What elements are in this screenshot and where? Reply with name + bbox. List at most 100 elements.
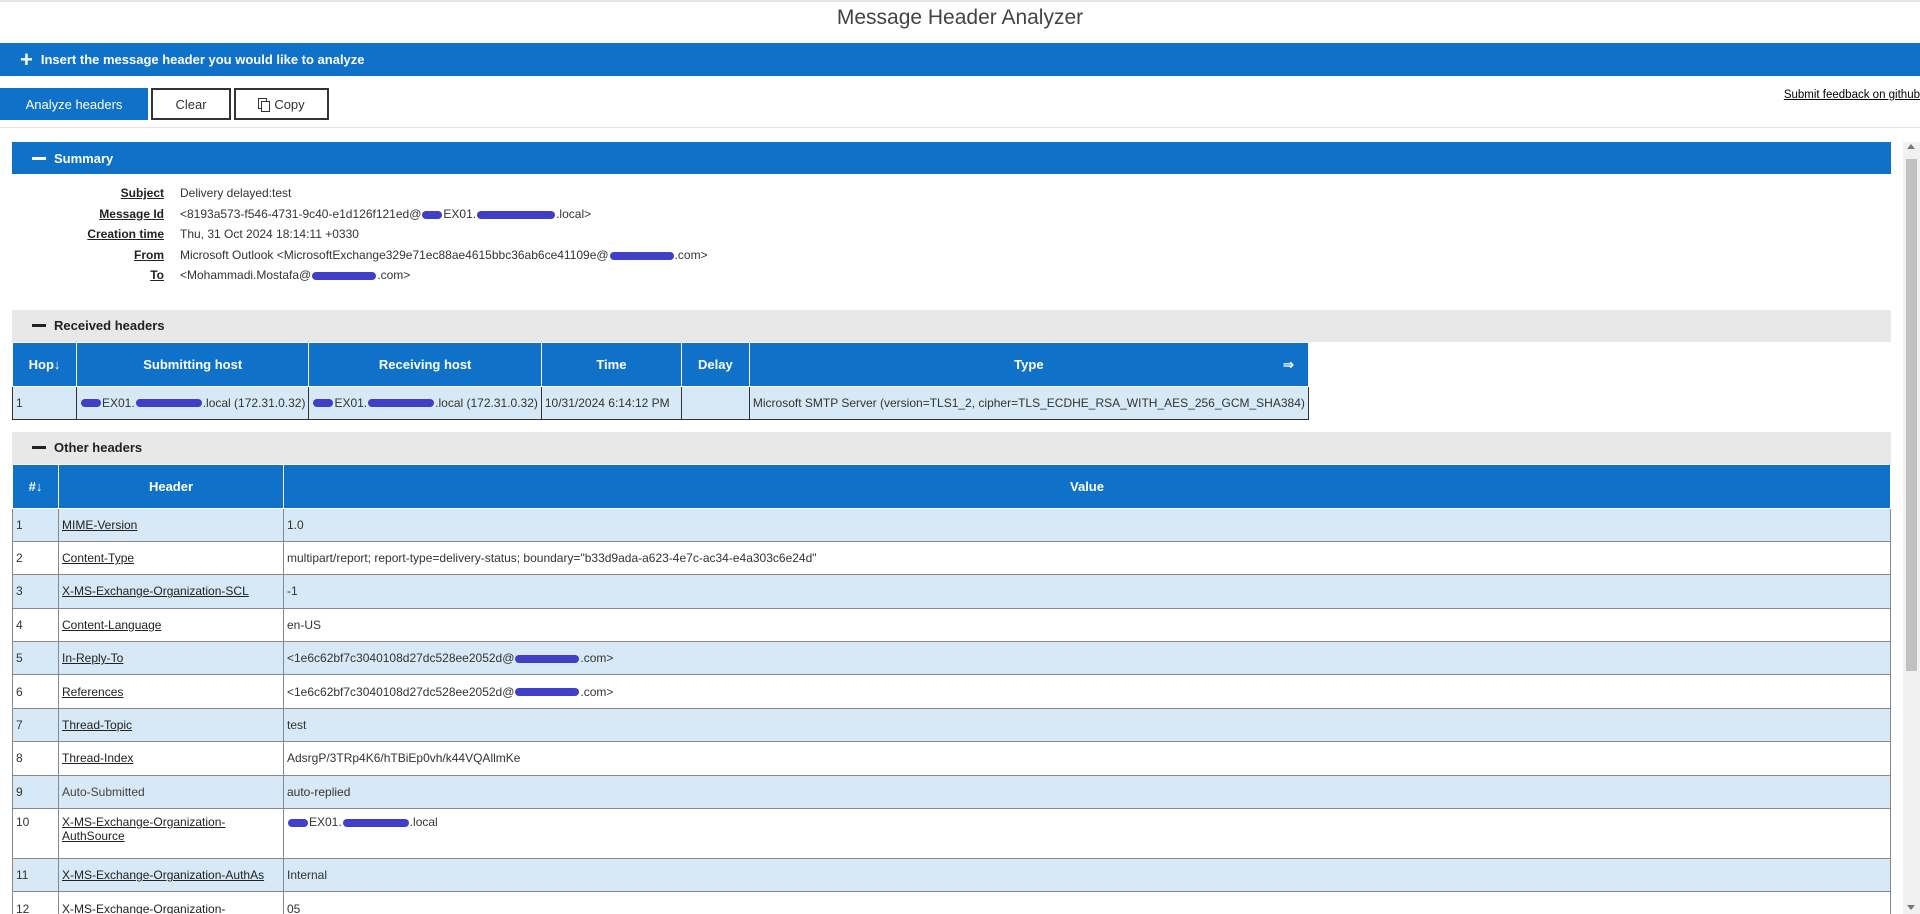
row-number: 11 bbox=[12, 858, 59, 893]
header-name-link[interactable]: In-Reply-To bbox=[58, 641, 284, 676]
header-name-link[interactable]: Content-Type bbox=[58, 540, 284, 576]
time-cell: 10/31/2024 6:14:12 PM bbox=[540, 385, 682, 420]
row-number: 4 bbox=[12, 607, 59, 643]
scroll-down-icon[interactable] bbox=[1907, 905, 1915, 910]
summary-body: Subject Delivery delayed:test Message Id… bbox=[12, 174, 1891, 298]
vertical-scrollbar[interactable] bbox=[1903, 142, 1920, 914]
header-name-link[interactable]: Thread-Topic bbox=[58, 707, 284, 743]
table-row: 1 EX01. .local (172.31.0.32) EX01. .local … bbox=[12, 385, 1309, 420]
feedback-link[interactable]: Submit feedback on github bbox=[1784, 89, 1920, 101]
collapse-icon bbox=[32, 156, 46, 160]
table-row: 10 X-MS-Exchange-Organization- AuthSource… bbox=[12, 808, 1891, 860]
plus-icon: + bbox=[20, 46, 33, 72]
header-value: auto-replied bbox=[283, 774, 1891, 810]
redaction-mark bbox=[368, 399, 435, 408]
row-number: 10 bbox=[12, 808, 59, 860]
type-column[interactable]: Type ⇒ bbox=[748, 341, 1309, 387]
table-row: 11 X-MS-Exchange-Organization-AuthAs Int… bbox=[12, 858, 1891, 893]
row-number: 6 bbox=[12, 674, 59, 709]
header-value: -1 bbox=[283, 574, 1891, 609]
table-row: 9 Auto-Submitted auto-replied bbox=[12, 774, 1891, 810]
redaction-mark bbox=[313, 399, 334, 408]
message-id-label[interactable]: Message Id bbox=[12, 207, 164, 221]
table-row: 12 X-MS-Exchange-Organization- 05 bbox=[12, 891, 1891, 914]
message-id-value: <8193a573-f546-4731-9c40-e1d126f121ed@ EX… bbox=[180, 206, 592, 221]
header-value: <1e6c62bf7c3040108d27dc528ee2052d@ .com> bbox=[283, 674, 1891, 709]
row-number: 8 bbox=[12, 741, 59, 776]
header-name-link[interactable]: X-MS-Exchange-Organization-SCL bbox=[58, 574, 284, 609]
header-name-link[interactable]: X-MS-Exchange-Organization- bbox=[58, 891, 284, 914]
header-value: 1.0 bbox=[283, 507, 1891, 542]
submitting-host-column[interactable]: Submitting host bbox=[75, 341, 310, 387]
received-table: Hop↓ Submitting host Receiving host Time… bbox=[12, 341, 1309, 420]
other-headers-table: #↓ Header Value 1 MIME-Version 1.0 2 Con… bbox=[12, 463, 1891, 914]
to-value: <Mohammadi.Mostafa@ .com> bbox=[180, 268, 411, 283]
hop-column[interactable]: Hop↓ bbox=[12, 341, 77, 387]
receiving-host-column[interactable]: Receiving host bbox=[308, 341, 542, 387]
receiving-host-cell: EX01. .local (172.31.0.32) bbox=[308, 385, 542, 420]
table-row: 2 Content-Type multipart/report; report-… bbox=[12, 540, 1891, 576]
header-name-link[interactable]: References bbox=[58, 674, 284, 709]
summary-to-row: To <Mohammadi.Mostafa@ .com> bbox=[12, 265, 1891, 286]
clear-button[interactable]: Clear bbox=[151, 88, 231, 120]
redaction-mark bbox=[515, 655, 580, 664]
header-name-link[interactable]: Thread-Index bbox=[58, 741, 284, 776]
header-value: EX01. .local bbox=[283, 808, 1891, 860]
other-section-header[interactable]: Other headers bbox=[12, 431, 1891, 464]
table-row: 5 In-Reply-To <1e6c62bf7c3040108d27dc528… bbox=[12, 641, 1891, 676]
summary-subject-row: Subject Delivery delayed:test bbox=[12, 183, 1891, 204]
redaction-mark bbox=[135, 399, 202, 408]
time-column[interactable]: Time bbox=[540, 341, 682, 387]
row-number: 5 bbox=[12, 641, 59, 676]
header-value: <1e6c62bf7c3040108d27dc528ee2052d@ .com> bbox=[283, 641, 1891, 676]
received-section-header[interactable]: Received headers bbox=[12, 309, 1891, 342]
summary-from-row: From Microsoft Outlook <MicrosoftExchang… bbox=[12, 245, 1891, 266]
toolbar: Analyze headers Clear Copy bbox=[0, 88, 329, 120]
copy-button[interactable]: Copy bbox=[234, 88, 329, 120]
scrollbar-thumb[interactable] bbox=[1906, 159, 1917, 671]
expand-arrow-icon[interactable]: ⇒ bbox=[1283, 357, 1294, 373]
redaction-mark bbox=[422, 210, 443, 219]
to-label[interactable]: To bbox=[12, 268, 164, 282]
header-name-link[interactable]: MIME-Version bbox=[58, 507, 284, 542]
header-name: Auto-Submitted bbox=[58, 774, 284, 810]
number-column[interactable]: #↓ bbox=[12, 463, 59, 509]
results-panel: Summary Subject Delivery delayed:test Me… bbox=[12, 142, 1891, 914]
insert-header-toggle[interactable]: + Insert the message header you would li… bbox=[0, 43, 1920, 76]
copy-icon bbox=[258, 98, 271, 112]
table-row: 7 Thread-Topic test bbox=[12, 707, 1891, 743]
row-number: 9 bbox=[12, 774, 59, 810]
redaction-mark bbox=[312, 272, 377, 281]
subject-label[interactable]: Subject bbox=[12, 186, 164, 200]
scroll-up-icon[interactable] bbox=[1907, 144, 1915, 149]
header-column[interactable]: Header bbox=[58, 463, 284, 509]
from-value: Microsoft Outlook <MicrosoftExchange329e… bbox=[180, 247, 708, 262]
from-label[interactable]: From bbox=[12, 248, 164, 262]
delay-cell bbox=[680, 385, 750, 420]
header-name-link[interactable]: X-MS-Exchange-Organization-AuthAs bbox=[58, 858, 284, 893]
creation-time-value: Thu, 31 Oct 2024 18:14:11 +0330 bbox=[180, 227, 359, 242]
header-name-link[interactable]: X-MS-Exchange-Organization- AuthSource bbox=[58, 808, 284, 860]
redaction-mark bbox=[477, 210, 556, 219]
creation-time-label[interactable]: Creation time bbox=[12, 227, 164, 241]
value-column[interactable]: Value bbox=[283, 463, 1891, 509]
header-name-link[interactable]: Content-Language bbox=[58, 607, 284, 643]
summary-created-row: Creation time Thu, 31 Oct 2024 18:14:11 … bbox=[12, 224, 1891, 245]
summary-section-header[interactable]: Summary bbox=[12, 142, 1891, 174]
summary-messageid-row: Message Id <8193a573-f546-4731-9c40-e1d1… bbox=[12, 204, 1891, 225]
table-row: 6 References <1e6c62bf7c3040108d27dc528e… bbox=[12, 674, 1891, 709]
redaction-mark bbox=[342, 818, 409, 827]
toolbar-divider bbox=[0, 127, 1920, 128]
delay-column[interactable]: Delay bbox=[680, 341, 750, 387]
redaction-mark bbox=[81, 399, 101, 408]
collapse-icon bbox=[32, 446, 46, 449]
table-row: 8 Thread-Index AdsrgP/3TRp4K6/hTBiEp0vh/… bbox=[12, 741, 1891, 776]
header-value: AdsrgP/3TRp4K6/hTBiEp0vh/k44VQAllmKe bbox=[283, 741, 1891, 776]
summary-title: Summary bbox=[54, 150, 114, 166]
row-number: 12 bbox=[12, 891, 59, 914]
table-row: 4 Content-Language en-US bbox=[12, 607, 1891, 643]
other-title: Other headers bbox=[54, 440, 143, 455]
analyze-headers-button[interactable]: Analyze headers bbox=[0, 88, 148, 120]
copy-label: Copy bbox=[274, 96, 305, 112]
hop-cell: 1 bbox=[12, 385, 77, 420]
